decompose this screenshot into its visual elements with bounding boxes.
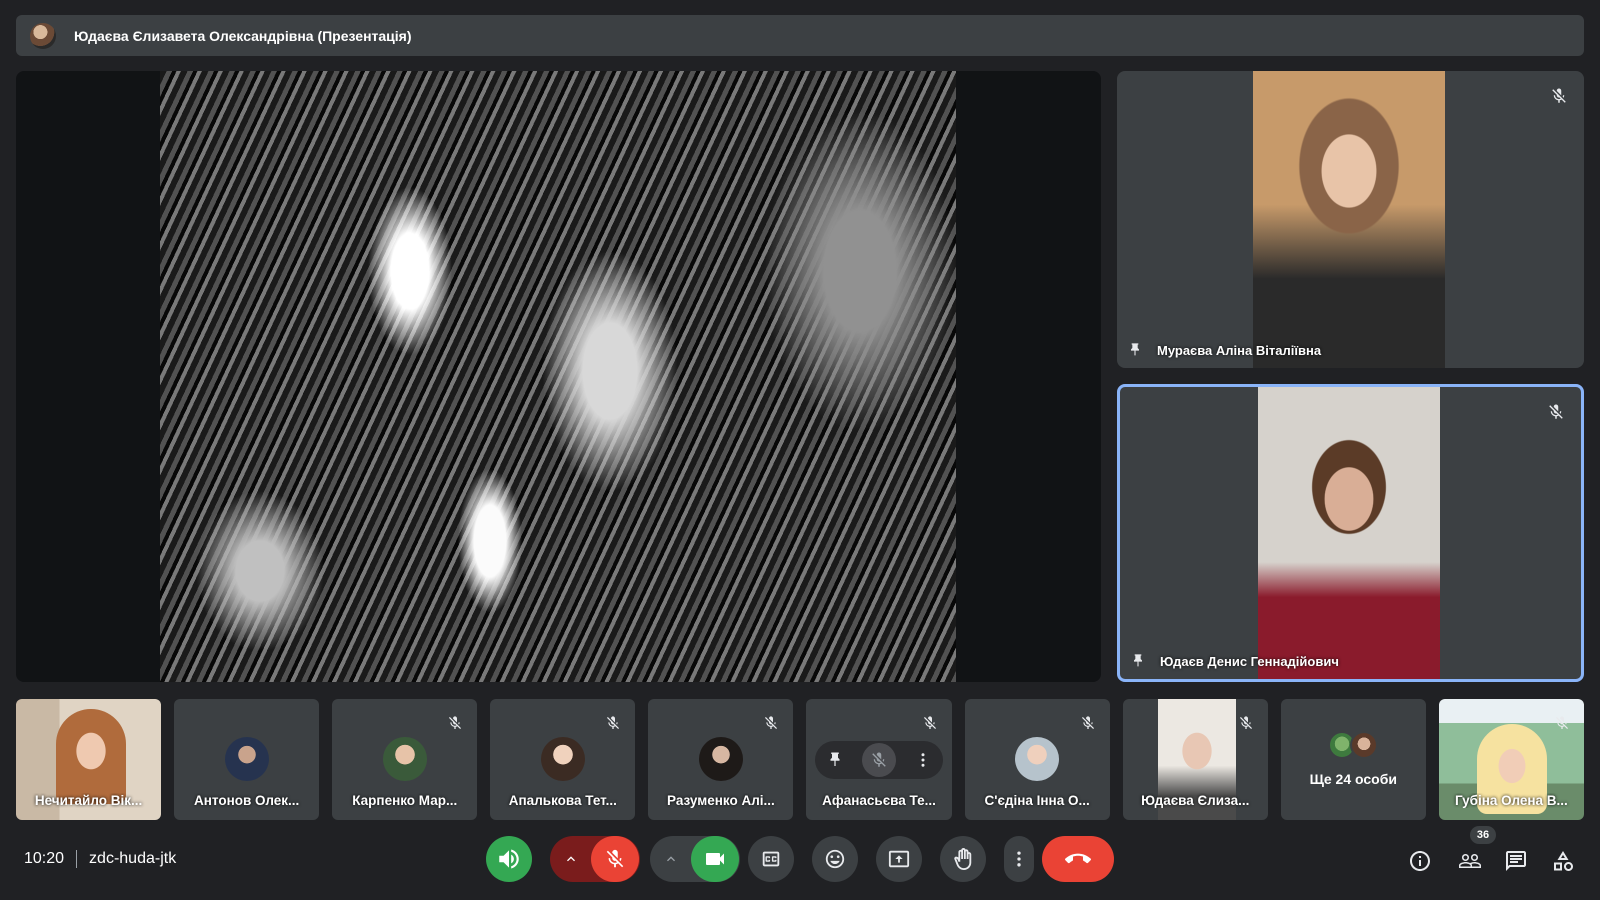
presenter-avatar [30,22,56,49]
present-icon [888,850,910,868]
mic-off-icon [606,849,624,868]
presentation-bar: Юдаєва Єлизавета Олександрівна (Презента… [16,15,1584,56]
more-vert-icon[interactable] [910,747,936,773]
meeting-code: zdc-huda-jtk [89,850,177,867]
tile-hover-controls [815,741,944,779]
participant-name: Юдаєва Єлиза... [1141,793,1250,808]
avatar [540,737,585,781]
mic-off-icon [1239,716,1252,729]
pinned-tile-2-active-speaker[interactable]: Юдаєв Денис Геннадійович [1117,384,1584,682]
activities-icon[interactable] [1551,849,1575,873]
camera-toggle-button[interactable] [691,836,739,882]
mic-control-group [550,836,640,882]
participant-name: Афанасьєва Те... [822,793,936,808]
participant-tile[interactable]: Апалькова Тет... [490,699,636,820]
avatar [382,737,427,781]
avatar [698,737,743,781]
participant-name: Нечитайло Вік... [34,793,143,808]
mute-participant-button[interactable] [862,743,897,777]
participant-name: Губіна Олена В... [1454,793,1568,808]
pin-icon[interactable] [1127,342,1143,358]
speaker-icon [499,849,519,869]
participant-name: Мураєва Аліна Віталіївна [1157,342,1322,358]
camera-icon [706,853,724,865]
participant-tile[interactable]: Разуменко Алі... [648,699,794,820]
participant-tile[interactable]: Юдаєва Єлиза... [1122,699,1268,820]
participant-name: Разуменко Алі... [667,793,775,808]
participant-name: Юдаєв Денис Геннадійович [1160,653,1339,669]
participant-count-badge: 36 [1470,826,1496,844]
meeting-info: 10:20 zdc-huda-jtk [24,850,176,868]
presentation-slide-image [160,71,956,682]
avatar [1015,737,1060,781]
participant-name: Апалькова Тет... [508,793,617,808]
hangup-icon [1065,853,1091,864]
participant-filmstrip: Нечитайло Вік... Антонов Олек... Карпенк… [16,699,1584,820]
participant-tile[interactable]: Антонов Олек... [174,699,320,820]
leave-call-button[interactable] [1042,836,1114,882]
more-participants-tile[interactable]: Ще 24 особи [1280,699,1426,820]
participant-tile[interactable]: Афанасьєва Те... [806,699,952,820]
participant-tile[interactable]: Карпенко Мар... [332,699,478,820]
mic-off-icon [923,716,936,729]
chat-icon[interactable] [1504,849,1528,873]
more-participants-avatars [1328,731,1379,759]
camera-control-group [650,836,740,882]
pin-icon[interactable] [822,747,848,773]
captions-button[interactable] [748,836,794,882]
pin-icon[interactable] [1130,653,1146,669]
participant-name: Антонов Олек... [194,793,300,808]
raise-hand-button[interactable] [940,836,986,882]
mic-options-button[interactable] [551,851,591,867]
mic-off-icon [1552,88,1566,103]
chevron-up-icon [667,856,675,862]
more-participants-label: Ще 24 особи [1309,771,1397,787]
mic-off-icon [765,716,778,729]
presentation-title: Юдаєва Єлизавета Олександрівна (Презента… [74,27,412,44]
captions-icon [762,851,780,867]
speaker-button[interactable] [486,836,532,882]
clock-time: 10:20 [24,850,65,867]
presentation-stage[interactable] [16,71,1101,682]
info-icon[interactable] [1408,849,1432,873]
raise-hand-icon [954,848,972,870]
more-vert-icon [1017,851,1021,867]
divider [76,850,78,868]
participant-name: С'єдіна Інна О... [984,793,1090,808]
participant-tile[interactable]: Губіна Олена В... [1438,699,1584,820]
chevron-up-icon [567,856,575,862]
participant-tile[interactable]: Нечитайло Вік... [16,699,162,820]
present-button[interactable] [876,836,922,882]
mic-off-icon [1549,404,1563,419]
participant-name: Карпенко Мар... [352,793,458,808]
mic-off-icon [1555,716,1568,729]
participant-tile[interactable]: С'єдіна Інна О... [964,699,1110,820]
camera-options-button[interactable] [651,851,691,867]
mic-toggle-button[interactable] [591,836,639,882]
mic-off-icon [1081,716,1094,729]
participant-video [1258,387,1440,679]
participant-video [1253,71,1445,368]
avatar [224,737,269,781]
more-options-button[interactable] [1004,836,1034,882]
emoji-button[interactable] [812,836,858,882]
people-icon[interactable] [1458,849,1482,873]
pinned-tile-1[interactable]: Мураєва Аліна Віталіївна [1117,71,1584,368]
mic-off-icon [449,716,462,729]
emoji-icon [825,849,845,869]
mic-off-icon [607,716,620,729]
